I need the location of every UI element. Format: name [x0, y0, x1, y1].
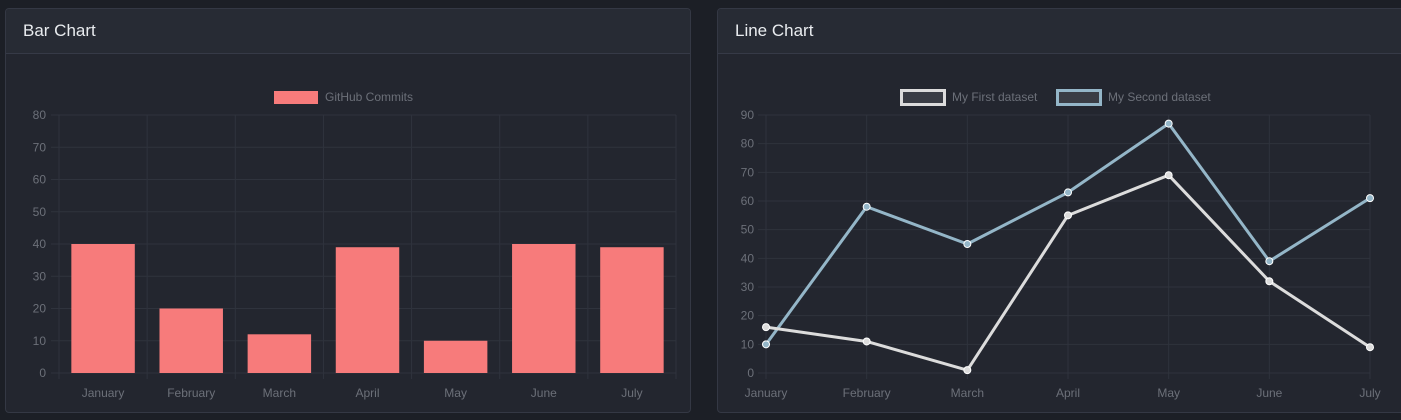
point-my-first-dataset-january	[762, 323, 770, 332]
y-tick-label: 0	[747, 366, 754, 380]
legend-swatch-github-commits	[274, 91, 318, 104]
y-tick-label: 10	[33, 334, 47, 348]
y-tick-label: 40	[33, 237, 47, 251]
y-tick-label: 50	[33, 205, 47, 219]
legend-label: My Second dataset	[1108, 90, 1211, 104]
legend-label: My First dataset	[952, 90, 1038, 104]
x-tick-label: April	[1056, 386, 1080, 400]
x-tick-label: January	[82, 386, 125, 400]
y-tick-label: 40	[741, 251, 755, 265]
x-tick-label: July	[621, 386, 642, 400]
bar-february	[159, 308, 223, 373]
y-tick-label: 20	[741, 309, 755, 323]
bar-january	[71, 244, 135, 373]
y-tick-label: 70	[33, 140, 47, 154]
y-tick-label: 60	[741, 194, 755, 208]
line-chart-title: Line Chart	[735, 21, 814, 40]
y-tick-label: 80	[741, 137, 755, 151]
point-my-second-dataset-july	[1366, 194, 1374, 203]
point-my-first-dataset-february	[862, 337, 871, 346]
x-tick-label: July	[1359, 386, 1380, 400]
y-tick-label: 50	[741, 223, 755, 237]
bar-chart-card: Bar Chart 0 10 20 30 40 50 60 70 80 January Februa…	[5, 8, 691, 413]
x-tick-label: February	[167, 386, 215, 400]
bar-may	[423, 340, 488, 373]
y-tick-label: 0	[39, 366, 46, 380]
bar-chart-title: Bar Chart	[23, 21, 96, 40]
x-tick-label: February	[843, 386, 891, 400]
y-tick-label: 10	[741, 337, 755, 351]
y-tick-label: 70	[741, 165, 755, 179]
point-my-second-dataset-february	[862, 202, 871, 211]
y-tick-label: 30	[33, 269, 47, 283]
point-my-first-dataset-april	[1064, 211, 1072, 220]
point-my-first-dataset-march	[963, 366, 972, 375]
y-tick-label: 60	[33, 173, 47, 187]
line-chart: 0 10 20 30 40 50 60 70 80 90 January February March A…	[741, 89, 1381, 400]
x-tick-label: June	[531, 386, 557, 400]
legend-swatch-my-first-dataset	[900, 89, 946, 106]
line-chart-header: Line Chart	[718, 9, 1401, 54]
bar-chart-header: Bar Chart	[6, 9, 690, 54]
legend-swatch-my-second-dataset	[1056, 89, 1102, 106]
bar-march	[247, 334, 312, 373]
bar-chart: 0 10 20 30 40 50 60 70 80 January February March Apr…	[33, 90, 677, 400]
y-tick-label: 20	[33, 302, 47, 316]
y-tick-label: 80	[33, 108, 47, 122]
legend-label: GitHub Commits	[325, 90, 413, 104]
bar-june	[512, 244, 576, 373]
x-tick-label: January	[745, 386, 788, 400]
point-my-second-dataset-march	[963, 240, 972, 248]
bar-april	[335, 247, 400, 373]
point-my-second-dataset-april	[1064, 188, 1072, 197]
line-chart-card: Line Chart 0 10 20 30 40 50 60 70 80 90 January Feb…	[717, 8, 1401, 413]
x-tick-label: March	[951, 386, 984, 400]
point-my-second-dataset-june	[1265, 257, 1274, 266]
x-tick-label: March	[263, 386, 296, 400]
point-my-second-dataset-january	[762, 340, 770, 349]
y-tick-label: 30	[741, 280, 755, 294]
point-my-second-dataset-may	[1164, 119, 1173, 128]
x-tick-label: April	[355, 386, 379, 400]
bar-july	[600, 247, 664, 373]
x-tick-label: June	[1256, 386, 1282, 400]
y-tick-label: 90	[741, 108, 755, 122]
point-my-first-dataset-may	[1164, 171, 1173, 180]
x-tick-label: May	[444, 386, 467, 400]
x-tick-label: May	[1157, 386, 1180, 400]
point-my-first-dataset-july	[1366, 343, 1374, 352]
point-my-first-dataset-june	[1265, 277, 1274, 286]
